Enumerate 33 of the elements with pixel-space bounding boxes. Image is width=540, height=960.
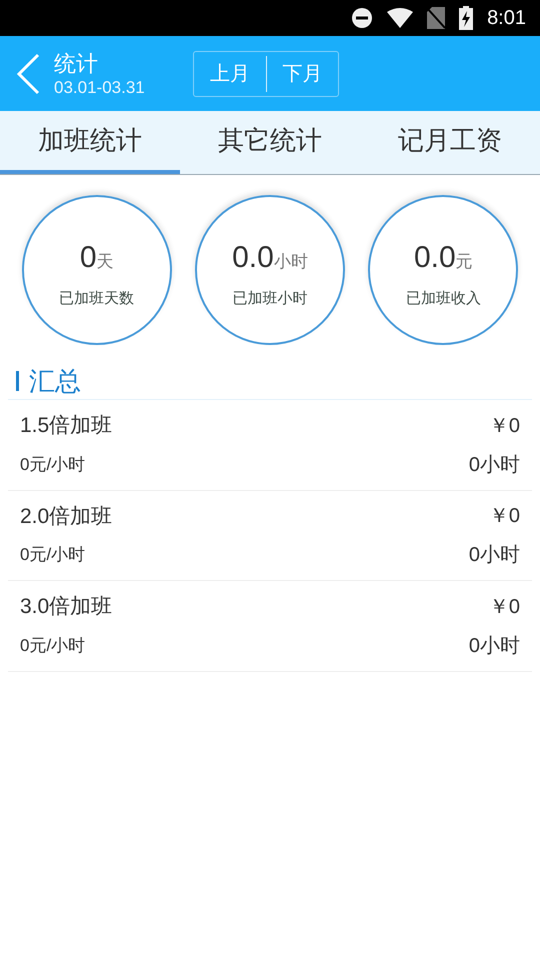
stat-value: 0.0 bbox=[414, 240, 456, 276]
stat-unit: 元 bbox=[456, 251, 473, 274]
stat-label: 已加班天数 bbox=[59, 289, 134, 310]
stat-value: 0.0 bbox=[232, 240, 274, 276]
hourly-rate: 0元/小时 bbox=[20, 544, 86, 566]
overtime-hours: 0小时 bbox=[468, 452, 520, 478]
stat-label: 已加班小时 bbox=[232, 289, 308, 310]
overtime-amount: ￥0 bbox=[488, 504, 520, 530]
overtime-type: 3.0倍加班 bbox=[20, 594, 112, 620]
overtime-type: 2.0倍加班 bbox=[20, 504, 112, 530]
hourly-rate: 0元/小时 bbox=[20, 634, 86, 657]
tab[interactable]: 加班统计 bbox=[0, 111, 180, 174]
hourly-rate: 0元/小时 bbox=[20, 454, 86, 476]
wifi-icon bbox=[387, 8, 414, 28]
overtime-hours: 0小时 bbox=[468, 634, 520, 658]
stat-value: 0 bbox=[80, 240, 96, 276]
back-button[interactable] bbox=[16, 52, 42, 96]
stat-unit: 天 bbox=[96, 251, 114, 274]
status-time: 8:01 bbox=[487, 6, 526, 31]
tab[interactable]: 记月工资 bbox=[360, 111, 540, 174]
section-title: 汇总 bbox=[29, 364, 81, 398]
stat-label: 已加班收入 bbox=[406, 289, 481, 310]
do-not-disturb-icon bbox=[351, 7, 374, 29]
page-title: 统计 bbox=[54, 50, 99, 78]
date-range: 03.01-03.31 bbox=[54, 78, 145, 98]
overtime-hours: 0小时 bbox=[468, 543, 520, 568]
overtime-amount: ￥0 bbox=[488, 594, 520, 620]
battery-charging-icon bbox=[459, 6, 474, 30]
overtime-type: 1.5倍加班 bbox=[20, 413, 112, 439]
stat-unit: 小时 bbox=[274, 251, 308, 274]
overtime-amount: ￥0 bbox=[488, 414, 520, 439]
no-sim-icon bbox=[427, 7, 446, 29]
tab[interactable]: 其它统计 bbox=[180, 111, 360, 174]
